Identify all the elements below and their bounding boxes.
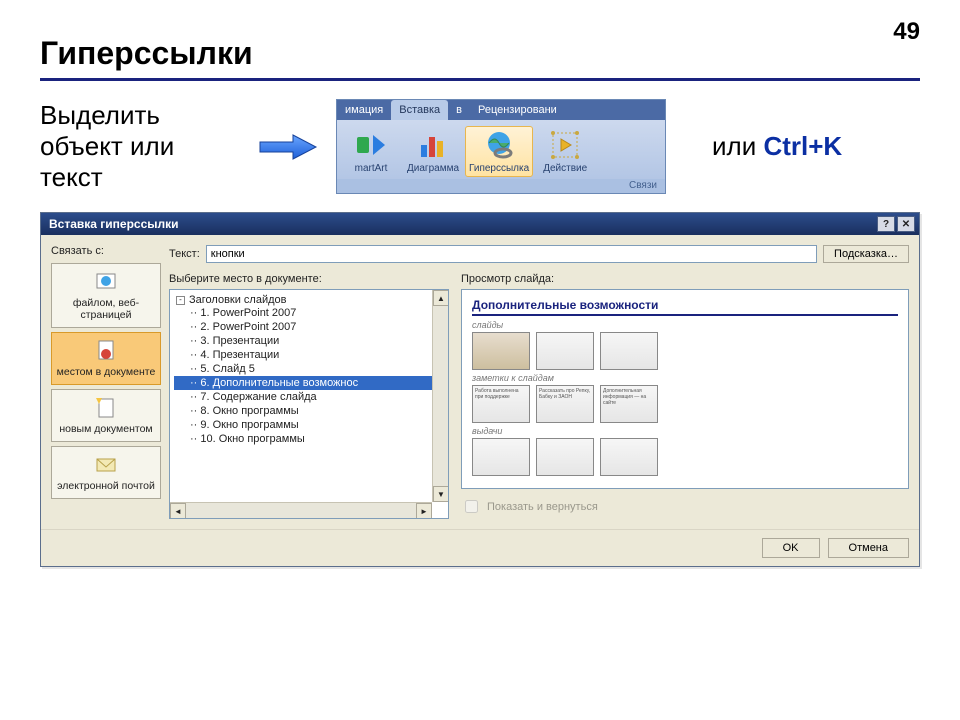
preview-label: Просмотр слайда:	[461, 273, 909, 285]
slide-preview: Дополнительные возможности слайды заметк…	[461, 289, 909, 489]
scrollbar-horizontal[interactable]: ◄ ►	[170, 502, 432, 518]
arrow-icon	[258, 132, 318, 162]
show-return-input	[465, 500, 478, 513]
ribbon-button-chart[interactable]: Диаграмма	[403, 126, 463, 177]
ribbon-label: Гиперссылка	[469, 163, 529, 174]
collapse-icon[interactable]: -	[176, 296, 185, 305]
action-icon	[549, 129, 581, 161]
place-in-doc-icon	[94, 339, 118, 363]
ribbon-button-hyperlink[interactable]: Гиперссылка	[465, 126, 533, 177]
scroll-down-icon[interactable]: ▼	[433, 486, 449, 502]
tree-item[interactable]: ·· 1. PowerPoint 2007	[174, 306, 448, 320]
smartart-icon	[355, 129, 387, 161]
thumb: Рассказать про Репку, Бабку и ЗАОН	[536, 385, 594, 423]
ribbon-label: martArt	[355, 163, 388, 174]
thumb	[472, 332, 530, 370]
dialog-titlebar: Вставка гиперссылки ? ✕	[41, 213, 919, 235]
insert-hyperlink-dialog: Вставка гиперссылки ? ✕ Связать с: файло…	[40, 212, 920, 567]
globe-link-icon	[483, 129, 515, 161]
ribbon-tab-review[interactable]: Рецензировани	[470, 100, 565, 120]
tree-item[interactable]: ·· 9. Окно программы	[174, 418, 448, 432]
thumb	[536, 438, 594, 476]
dialog-title: Вставка гиперссылки	[49, 217, 179, 231]
instruction-text: Выделить объект или текст	[40, 100, 240, 194]
scroll-right-icon[interactable]: ►	[416, 503, 432, 519]
tree-item[interactable]: ·· 4. Презентации	[174, 348, 448, 362]
or-shortcut-text: или Ctrl+K	[712, 131, 842, 162]
tree-item[interactable]: ·· 10. Окно программы	[174, 432, 448, 446]
close-button[interactable]: ✕	[897, 216, 915, 232]
link-with-label: Связать с:	[51, 245, 161, 257]
tree-box: - Заголовки слайдов ·· 1. PowerPoint 200…	[169, 289, 449, 519]
ok-button[interactable]: OK	[762, 538, 820, 558]
tree-item[interactable]: ·· 7. Содержание слайда	[174, 390, 448, 404]
ribbon-tab-view[interactable]: в	[448, 100, 470, 120]
thumb: Дополнительная информация — на сайте	[600, 385, 658, 423]
link-target-place-in-doc[interactable]: местом в документе	[51, 332, 161, 385]
ribbon-button-action[interactable]: Действие	[535, 126, 595, 177]
ribbon-tabs-row: имация Вставка в Рецензировани	[337, 100, 665, 120]
preview-slide-title: Дополнительные возможности	[472, 298, 898, 316]
tree-root-label: Заголовки слайдов	[189, 294, 287, 306]
tree-item[interactable]: ·· 3. Презентации	[174, 334, 448, 348]
tree-item[interactable]: ·· 6. Дополнительные возможнос	[174, 376, 448, 390]
webpage-icon	[94, 270, 118, 294]
link-target-label: файлом, веб-страницей	[54, 297, 158, 321]
title-underline	[40, 78, 920, 81]
tree-root-item[interactable]: - Заголовки слайдов	[174, 294, 448, 306]
tree-item[interactable]: ·· 5. Слайд 5	[174, 362, 448, 376]
ribbon-tab-animation[interactable]: имация	[337, 100, 391, 120]
link-target-webpage[interactable]: файлом, веб-страницей	[51, 263, 161, 328]
text-input[interactable]	[206, 245, 817, 263]
preview-section-notes: заметки к слайдам	[472, 373, 898, 383]
tree-item[interactable]: ·· 2. PowerPoint 2007	[174, 320, 448, 334]
cancel-button[interactable]: Отмена	[828, 538, 909, 558]
ribbon-button-smartart[interactable]: martArt	[341, 126, 401, 177]
ribbon-label: Действие	[543, 163, 587, 174]
thumb: Работа выполнена при поддержке	[472, 385, 530, 423]
new-doc-icon	[94, 396, 118, 420]
show-return-label: Показать и вернуться	[487, 501, 598, 513]
tree-label: Выберите место в документе:	[169, 273, 449, 285]
help-button[interactable]: ?	[877, 216, 895, 232]
preview-section-slides: слайды	[472, 320, 898, 330]
scroll-left-icon[interactable]: ◄	[170, 503, 186, 519]
link-target-label: местом в документе	[57, 366, 156, 378]
thumb	[600, 438, 658, 476]
link-target-label: новым документом	[59, 423, 152, 435]
thumb	[600, 332, 658, 370]
scroll-up-icon[interactable]: ▲	[433, 290, 449, 306]
ribbon: имация Вставка в Рецензировани martArt Д…	[336, 99, 666, 194]
hint-button[interactable]: Подсказка…	[823, 245, 909, 263]
thumb	[472, 438, 530, 476]
shortcut-label: Ctrl+K	[763, 131, 842, 161]
link-target-email[interactable]: электронной почтой	[51, 446, 161, 499]
preview-section-handouts: выдачи	[472, 426, 898, 436]
show-and-return-checkbox: Показать и вернуться	[461, 497, 909, 516]
tree-item[interactable]: ·· 8. Окно программы	[174, 404, 448, 418]
ribbon-label: Диаграмма	[407, 163, 459, 174]
link-target-label: электронной почтой	[57, 480, 155, 492]
chart-icon	[417, 129, 449, 161]
link-target-new-doc[interactable]: новым документом	[51, 389, 161, 442]
scrollbar-vertical[interactable]: ▲ ▼	[432, 290, 448, 502]
page-number: 49	[893, 18, 920, 46]
ribbon-group-label: Связи	[337, 179, 665, 193]
text-field-label: Текст:	[169, 248, 200, 260]
thumb	[536, 332, 594, 370]
page-title: Гиперссылки	[40, 35, 920, 72]
email-icon	[94, 453, 118, 477]
dialog-footer: OK Отмена	[41, 529, 919, 566]
ribbon-tab-insert[interactable]: Вставка	[391, 100, 448, 120]
